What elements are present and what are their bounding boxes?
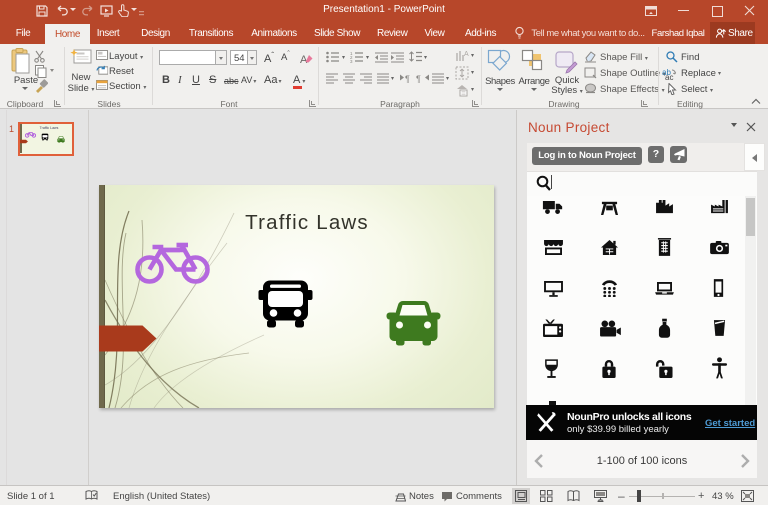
svg-text:A: A — [464, 51, 469, 58]
svg-text:3: 3 — [350, 59, 353, 63]
svg-text:ac: ac — [665, 73, 673, 80]
svg-text:¶: ¶ — [405, 74, 410, 84]
svg-text:¶: ¶ — [416, 74, 421, 84]
